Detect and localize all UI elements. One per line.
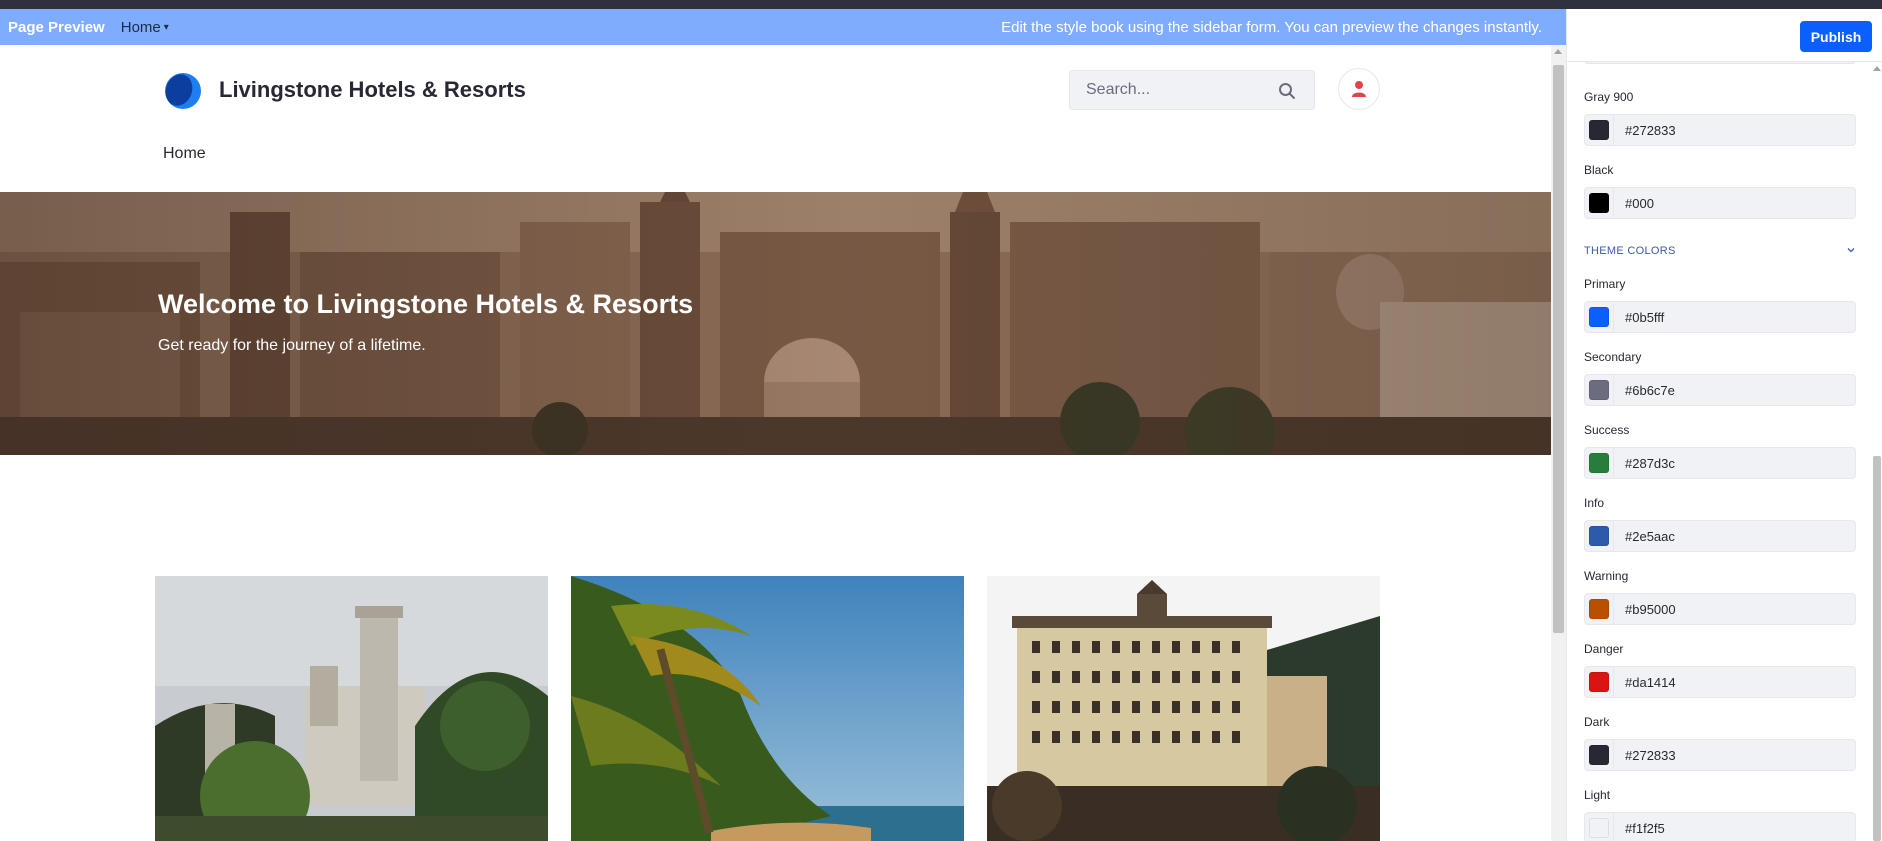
color-value-input[interactable]: #272833 xyxy=(1614,739,1856,771)
color-field-dark: Dark #272833 xyxy=(1584,715,1856,771)
card-image-castle[interactable] xyxy=(155,576,548,841)
color-value-input[interactable]: #6b6c7e xyxy=(1614,374,1856,406)
color-field-light: Light #f1f2f5 xyxy=(1584,788,1856,841)
color-swatch xyxy=(1589,307,1609,327)
color-field-warning: Warning #b95000 xyxy=(1584,569,1856,625)
color-swatch-button[interactable] xyxy=(1584,114,1614,146)
page-preview-title: Page Preview xyxy=(8,18,105,36)
site-logo[interactable] xyxy=(162,71,202,111)
castle-photo xyxy=(155,576,548,841)
field-label: Light xyxy=(1584,788,1611,802)
hero-title: Welcome to Livingstone Hotels & Resorts xyxy=(158,289,694,319)
color-value-input[interactable]: #2e5aac xyxy=(1614,520,1856,552)
color-swatch xyxy=(1589,526,1609,546)
color-swatch xyxy=(1589,745,1609,765)
color-value-input[interactable]: #287d3c xyxy=(1614,447,1856,479)
field-label: Dark xyxy=(1584,715,1610,729)
field-label: Black xyxy=(1584,163,1614,177)
hero-overlay xyxy=(0,192,1551,455)
sidebar-scrollbar-thumb[interactable] xyxy=(1873,456,1881,841)
field-label: Info xyxy=(1584,496,1605,510)
caret-down-icon: ▾ xyxy=(163,21,169,33)
hero-subtitle: Get ready for the journey of a lifetime. xyxy=(158,337,426,354)
search-bar[interactable] xyxy=(1069,70,1315,110)
preview-scrollbar-thumb[interactable] xyxy=(1553,65,1564,633)
page-preview-bar: Page Preview Home ▾ Edit the style book … xyxy=(0,9,1566,45)
style-book-sidebar: Publish Gray 900 #272833 Black #000 THEM xyxy=(1566,9,1882,841)
color-swatch-button[interactable] xyxy=(1584,739,1614,771)
color-swatch xyxy=(1589,818,1609,838)
field-label: Danger xyxy=(1584,642,1624,656)
previous-field-edge xyxy=(1584,62,1856,64)
color-value-input[interactable]: #272833 xyxy=(1614,114,1856,146)
preview-scrollbar[interactable] xyxy=(1551,45,1566,841)
field-label: Secondary xyxy=(1584,350,1642,364)
section-title: THEME COLORS xyxy=(1584,245,1676,257)
search-icon[interactable] xyxy=(1278,82,1296,100)
color-swatch-button[interactable] xyxy=(1584,301,1614,333)
color-swatch xyxy=(1589,193,1609,213)
publish-button[interactable]: Publish xyxy=(1800,21,1872,52)
color-swatch-button[interactable] xyxy=(1584,187,1614,219)
field-label: Warning xyxy=(1584,569,1629,583)
color-value-input[interactable]: #000 xyxy=(1614,187,1856,219)
color-value-input[interactable]: #da1414 xyxy=(1614,666,1856,698)
color-field-black: Black #000 xyxy=(1584,163,1856,219)
color-swatch-button[interactable] xyxy=(1584,812,1614,841)
color-value-input[interactable]: #0b5fff xyxy=(1614,301,1856,333)
user-icon xyxy=(1352,81,1366,97)
field-label: Gray 900 xyxy=(1584,90,1634,104)
nav-item-home[interactable]: Home xyxy=(163,145,206,163)
color-swatch-button[interactable] xyxy=(1584,374,1614,406)
color-swatch xyxy=(1589,453,1609,473)
color-swatch-button[interactable] xyxy=(1584,520,1614,552)
site-name[interactable]: Livingstone Hotels & Resorts xyxy=(219,77,526,103)
scroll-up-icon[interactable] xyxy=(1554,49,1562,54)
color-swatch xyxy=(1589,120,1609,140)
color-value-input[interactable]: #f1f2f5 xyxy=(1614,812,1856,841)
color-field-success: Success #287d3c xyxy=(1584,423,1856,479)
color-field-danger: Danger #da1414 xyxy=(1584,642,1856,698)
color-swatch-button[interactable] xyxy=(1584,666,1614,698)
color-swatch-button[interactable] xyxy=(1584,447,1614,479)
color-field-primary: Primary #0b5fff xyxy=(1584,277,1856,333)
color-swatch xyxy=(1589,380,1609,400)
beach-photo xyxy=(571,576,964,841)
sidebar-header: Publish xyxy=(1567,9,1882,62)
scroll-up-icon[interactable] xyxy=(1873,66,1881,71)
user-avatar-button[interactable] xyxy=(1338,68,1380,110)
chevron-down-icon xyxy=(1847,248,1855,253)
color-field-gray-900: Gray 900 #272833 xyxy=(1584,90,1856,146)
color-field-info: Info #2e5aac xyxy=(1584,496,1856,552)
grand-hotel-photo xyxy=(987,576,1380,841)
page-selector-label: Home xyxy=(120,18,161,36)
card-image-grand-hotel[interactable] xyxy=(987,576,1380,841)
color-value-input[interactable]: #b95000 xyxy=(1614,593,1856,625)
search-input[interactable] xyxy=(1086,81,1266,99)
color-swatch-button[interactable] xyxy=(1584,593,1614,625)
sidebar-scrollbar[interactable] xyxy=(1873,62,1881,841)
card-image-beach[interactable] xyxy=(571,576,964,841)
color-swatch xyxy=(1589,672,1609,692)
field-label: Primary xyxy=(1584,277,1626,291)
preview-frame: Livingstone Hotels & Resorts Home xyxy=(0,45,1551,841)
hero-banner: Welcome to Livingstone Hotels & Resorts … xyxy=(0,192,1551,455)
color-field-secondary: Secondary #6b6c7e xyxy=(1584,350,1856,406)
field-label: Success xyxy=(1584,423,1630,437)
preview-instructions: Edit the style book using the sidebar fo… xyxy=(1001,18,1542,36)
color-swatch xyxy=(1589,599,1609,619)
sidebar-form: Gray 900 #272833 Black #000 THEME COLORS xyxy=(1567,62,1882,841)
page-selector-dropdown[interactable]: Home ▾ xyxy=(121,19,169,36)
window-top-strip xyxy=(0,0,1882,9)
theme-colors-section-toggle[interactable]: THEME COLORS xyxy=(1584,245,1856,257)
